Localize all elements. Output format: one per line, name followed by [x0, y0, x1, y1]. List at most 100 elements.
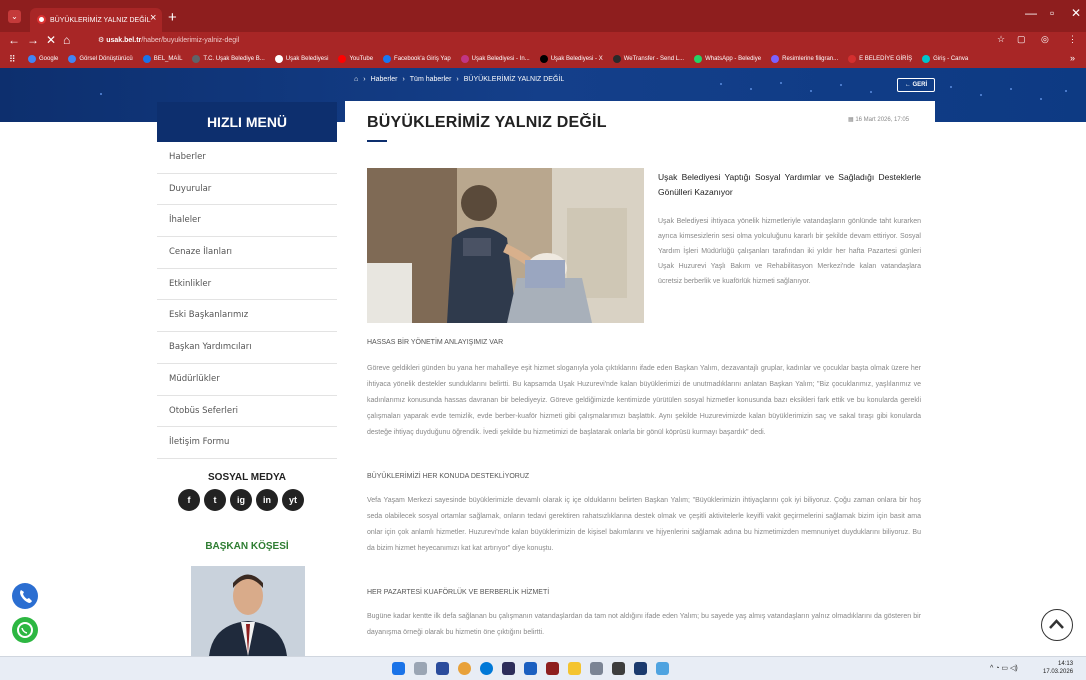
forward-icon[interactable]: → — [27, 33, 39, 47]
section-heading: HER PAZARTESİ KUAFÖRLÜK VE BERBERLİK HİZ… — [367, 589, 550, 596]
restore-icon[interactable]: ▫ — [1050, 6, 1054, 20]
bookmark-favicon-icon — [612, 55, 621, 63]
breadcrumb-home-icon[interactable]: ⌂ — [354, 76, 358, 83]
bookmark-label: YouTube — [349, 56, 374, 62]
explorer-icon[interactable] — [568, 662, 581, 675]
tab-close-icon[interactable]: × — [150, 12, 156, 24]
bookmark-item[interactable]: Resimlerine filigran... — [771, 55, 838, 63]
bookmark-favicon-icon — [922, 55, 931, 63]
system-tray-icons[interactable]: ^ ◔ ▭ ◁) — [990, 664, 1018, 672]
sidebar-item-etkinlikler[interactable]: Etkinlikler — [157, 269, 337, 301]
settings-icon[interactable] — [414, 662, 427, 675]
bookmarks-more-icon[interactable]: » — [1070, 53, 1075, 63]
bookmark-item[interactable]: Görsel Dönüştürücü — [68, 55, 133, 63]
new-tab-button[interactable]: + — [168, 9, 177, 26]
bookmark-label: Resimlerine filigran... — [782, 56, 839, 62]
apps-grid-icon[interactable]: ⠿ — [9, 54, 16, 65]
app-icon[interactable] — [612, 662, 625, 675]
browser-tab[interactable]: BÜYÜKLERİMİZ YALNIZ DEĞİL × — [30, 8, 162, 32]
bookmark-item[interactable]: WhatsApp - Belediye — [694, 55, 761, 63]
site-settings-icon[interactable]: ⚙ — [98, 37, 106, 44]
photoshop-icon[interactable] — [502, 662, 515, 675]
bookmark-item[interactable]: YouTube — [338, 55, 373, 63]
bookmark-favicon-icon — [68, 55, 77, 63]
sidebar-item-mudurlukler[interactable]: Müdürlükler — [157, 364, 337, 396]
quick-menu: Haberler Duyurular İhaleler Cenaze İlanl… — [157, 142, 337, 459]
menu-icon[interactable]: ⋮ — [1068, 34, 1077, 45]
app-icon[interactable] — [590, 662, 603, 675]
bookmark-favicon-icon — [460, 55, 469, 63]
close-load-icon[interactable]: ✕ — [46, 33, 56, 47]
outlook-icon[interactable] — [524, 662, 537, 675]
bookmark-item[interactable]: Uşak Belediyesi - X — [539, 55, 603, 63]
bookmark-favicon-icon — [848, 55, 857, 63]
section-paragraph: Bugüne kadar kentte ilk defa sağlanan bu… — [367, 613, 921, 636]
sidebar-item-haberler[interactable]: Haberler — [157, 142, 337, 174]
twitter-icon[interactable]: t — [204, 489, 226, 511]
start-icon[interactable] — [392, 662, 405, 675]
profile-icon[interactable]: ◎ — [1041, 34, 1049, 45]
sidebar-item-baskan-yardimcilari[interactable]: Başkan Yardımcıları — [157, 332, 337, 364]
sidebar-item-otobus-seferleri[interactable]: Otobüs Seferleri — [157, 396, 337, 428]
illustrator-icon[interactable] — [546, 662, 559, 675]
facebook-icon[interactable]: f — [178, 489, 200, 511]
edge-icon[interactable] — [480, 662, 493, 675]
url-field[interactable]: ⚙ usak.bel.tr/haber/buyuklerimiz-yalniz-… — [92, 34, 972, 48]
tab-search-icon[interactable]: ⌄ — [8, 10, 21, 23]
bookmark-item[interactable]: BEL_MAİL — [142, 55, 183, 63]
bookmark-label: Facebook'a Giriş Yap — [394, 56, 451, 62]
phone-call-button[interactable] — [12, 583, 38, 609]
app-icon[interactable] — [656, 662, 669, 675]
bookmark-item[interactable]: Facebook'a Giriş Yap — [383, 55, 451, 63]
bookmark-label: WeTransfer - Send L... — [623, 56, 685, 62]
close-window-icon[interactable]: ✕ — [1071, 6, 1081, 20]
scroll-top-button[interactable] — [1041, 609, 1073, 641]
bookmark-label: BEL_MAİL — [153, 56, 183, 62]
article-intro: Uşak Belediyesi ihtiyaca yönelik hizmetl… — [658, 218, 921, 285]
section-heading: BÜYÜKLERİMİZİ HER KONUDA DESTEKLİYORUZ — [367, 473, 530, 480]
app-icon[interactable] — [634, 662, 647, 675]
bookmark-label: Giriş - Canva — [933, 56, 969, 62]
social-links: f t ig in yt — [178, 489, 304, 511]
sidebar-item-ihaleler[interactable]: İhaleler — [157, 205, 337, 238]
breadcrumb: ⌂ › Haberler › Tüm haberler › BÜYÜKLERİM… — [354, 76, 565, 83]
youtube-icon[interactable]: yt — [282, 489, 304, 511]
article-photo[interactable] — [367, 168, 644, 323]
sidebar-item-eski-baskanlar[interactable]: Eski Başkanlarımız — [157, 300, 337, 333]
bookmark-item[interactable]: Uşak Belediyesi — [274, 55, 328, 63]
bookmark-item[interactable]: E BELEDİYE GİRİŞ — [848, 55, 912, 63]
section-paragraph: Vefa Yaşam Merkezi sayesinde büyüklerimi… — [367, 497, 921, 552]
whatsapp-icon — [17, 622, 33, 638]
tab-title: BÜYÜKLERİMİZ YALNIZ DEĞİL — [50, 16, 151, 24]
breadcrumb-item[interactable]: Tüm haberler — [410, 76, 452, 83]
bookmark-label: WhatsApp - Belediye — [705, 56, 762, 62]
breadcrumb-current: BÜYÜKLERİMİZ YALNIZ DEĞİL — [463, 76, 565, 83]
mayor-corner-title: BAŞKAN KÖŞESİ — [205, 541, 289, 552]
back-icon[interactable]: ← — [8, 33, 20, 47]
taskbar-clock[interactable]: 14:13 17.03.2026 — [1043, 660, 1073, 676]
mayor-photo[interactable] — [191, 566, 305, 656]
bookmark-item[interactable]: T.C. Uşak Belediye B... — [192, 55, 265, 63]
bookmark-item[interactable]: Uşak Belediyesi - In... — [460, 55, 530, 63]
breadcrumb-item[interactable]: Haberler — [371, 76, 398, 83]
bookmark-item[interactable]: Google — [28, 55, 58, 63]
sidebar-item-iletisim-formu[interactable]: İletişim Formu — [157, 427, 337, 459]
instagram-icon[interactable]: ig — [230, 489, 252, 511]
bookmark-star-icon[interactable]: ☆ — [997, 34, 1005, 45]
linkedin-icon[interactable]: in — [256, 489, 278, 511]
chrome-icon[interactable] — [458, 662, 471, 675]
whatsapp-button[interactable] — [12, 617, 38, 643]
bookmark-favicon-icon — [771, 55, 780, 63]
bookmark-favicon-icon — [274, 55, 283, 63]
bookmark-favicon-icon — [192, 55, 201, 63]
home-icon[interactable]: ⌂ — [63, 33, 70, 47]
sidebar-item-cenaze-ilanlari[interactable]: Cenaze İlanları — [157, 237, 337, 269]
bookmark-item[interactable]: Giriş - Canva — [922, 55, 968, 63]
bookmark-item[interactable]: WeTransfer - Send L... — [612, 55, 685, 63]
back-button[interactable]: ← GERİ — [897, 78, 935, 92]
sidebar-item-duyurular[interactable]: Duyurular — [157, 174, 337, 206]
minimize-icon[interactable]: — — [1025, 6, 1037, 20]
article-title: BÜYÜKLERİMİZ YALNIZ DEĞİL — [367, 114, 607, 131]
extensions-icon[interactable]: ▢ — [1017, 34, 1026, 45]
app-icon[interactable] — [436, 662, 449, 675]
